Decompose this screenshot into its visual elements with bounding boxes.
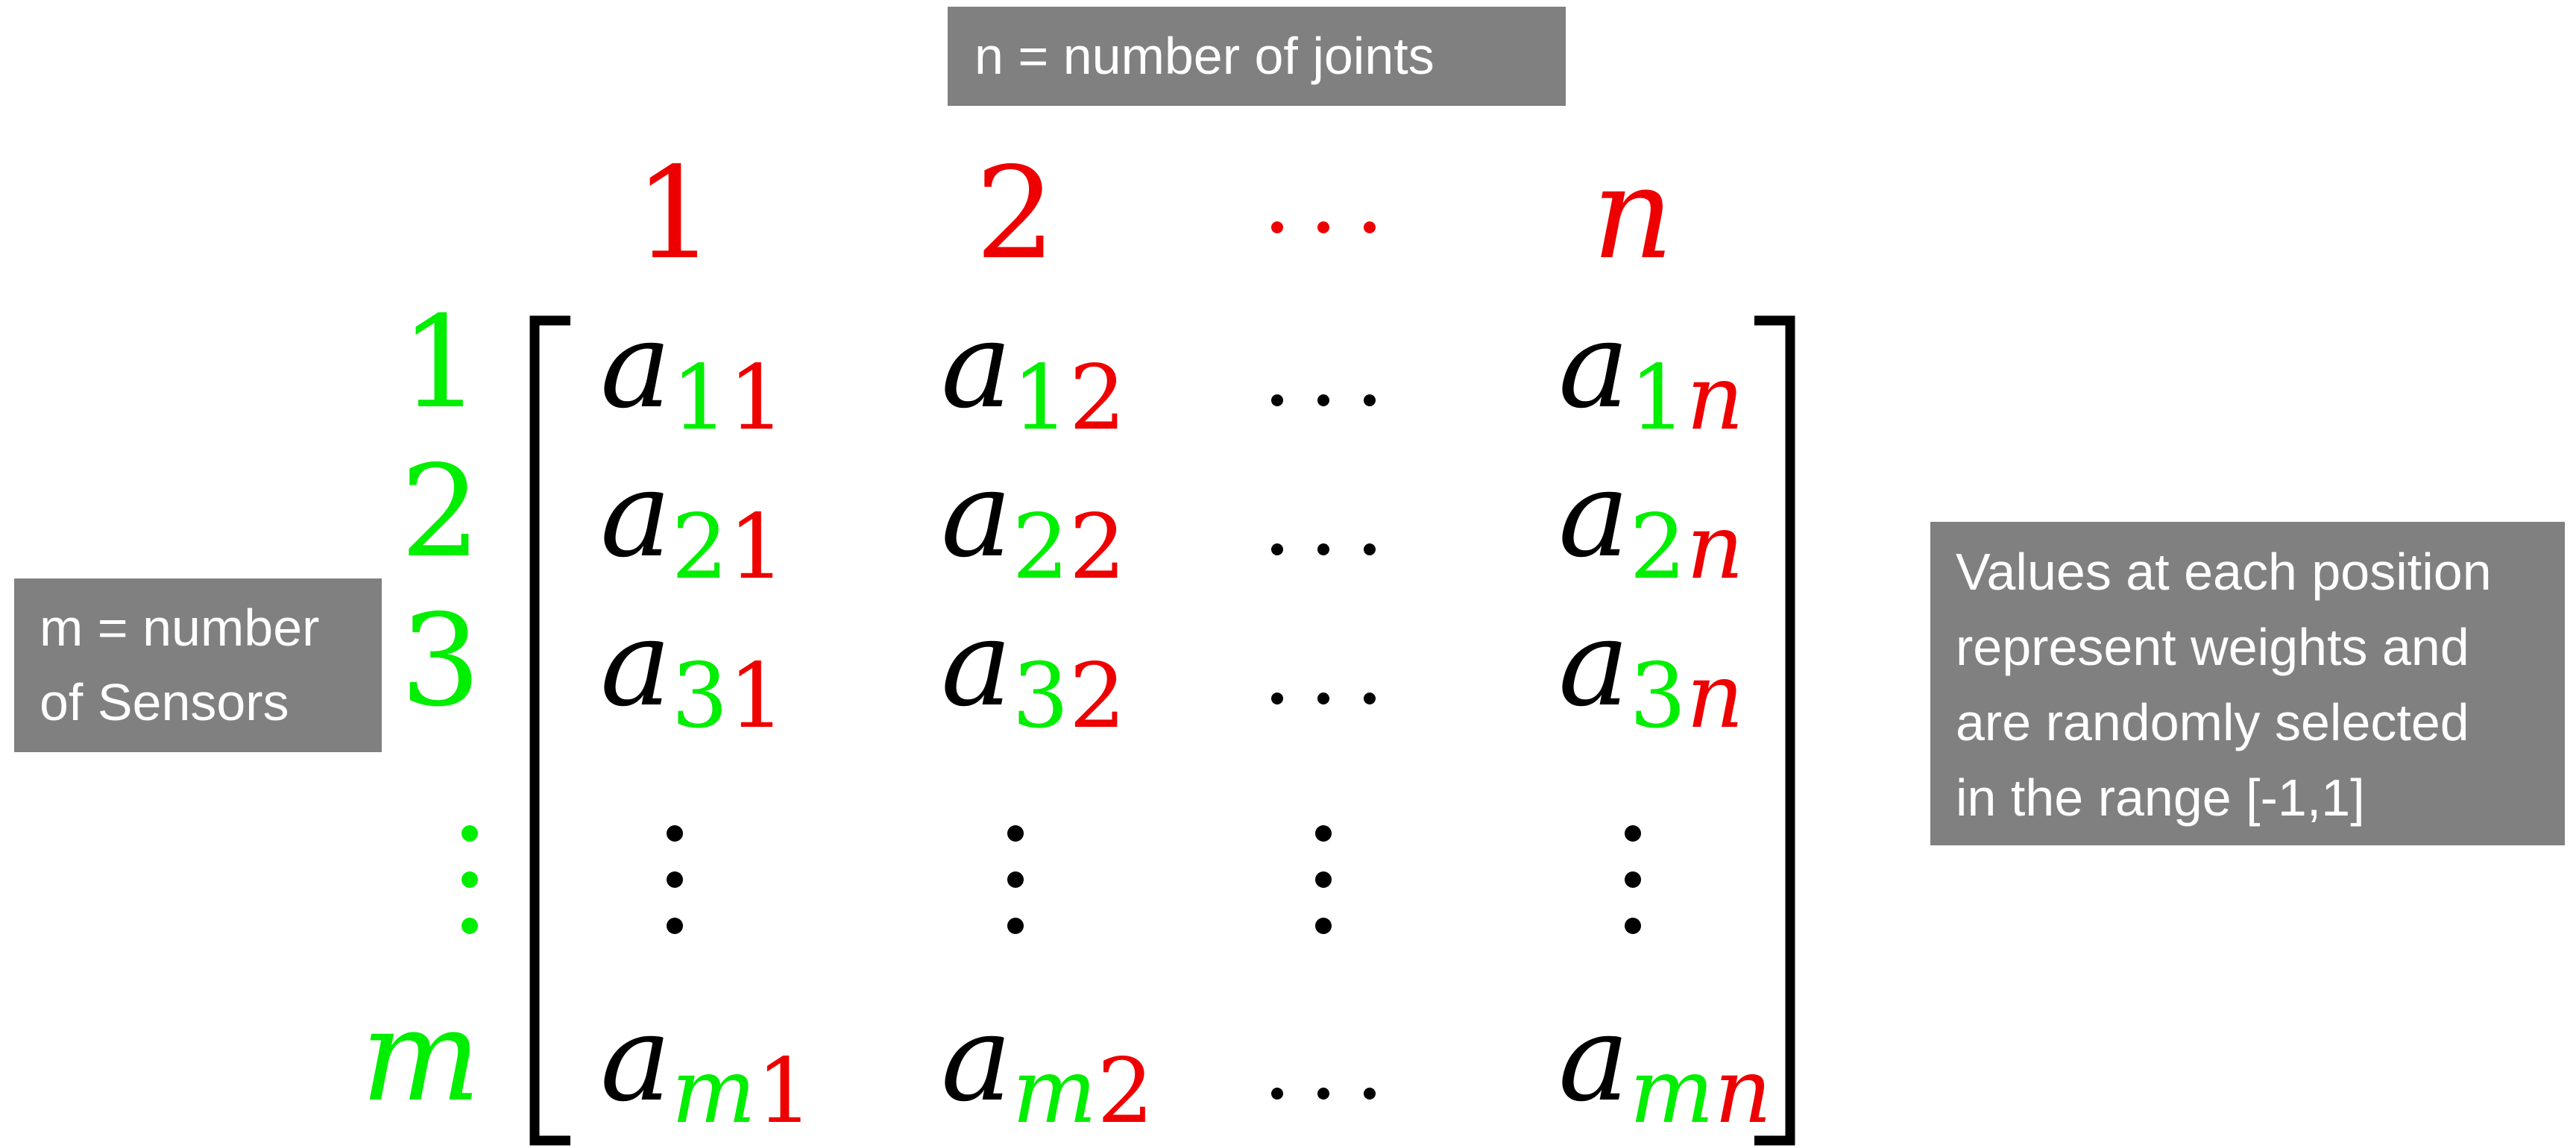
matrix-entry-31: a31 <box>600 593 785 748</box>
matrix-hdots-row-5 <box>1271 1088 1376 1100</box>
matrix-entry-12: a12 <box>941 295 1126 450</box>
entry-row-index: m <box>671 1040 756 1144</box>
entry-column-index: 1 <box>728 347 785 450</box>
row-header-3: 3 <box>400 587 481 735</box>
matrix-entry-21: a21 <box>600 444 785 599</box>
matrix-hdots-row-2-dot <box>1364 543 1376 555</box>
entry-column-index: 2 <box>1069 496 1126 599</box>
matrix-vdots-3-dot <box>1315 825 1332 842</box>
matrix-vdots-4-dot <box>1625 918 1641 934</box>
matrix-hdots-row-3-dot <box>1317 693 1329 704</box>
weight-matrix: 1 2 n123ma11 a12 a1na21 a22 a2na31 a32 a3nam1 am2… <box>361 140 1795 1146</box>
matrix-entry-1n: a1n <box>1558 295 1744 450</box>
matrix-hdots-row-1-dot <box>1317 394 1329 406</box>
matrix-hdots-row-5-dot <box>1364 1088 1376 1100</box>
matrix-hdots-row-2-dot <box>1317 543 1329 555</box>
matrix-entry-11: a11 <box>600 295 785 450</box>
matrix-vdots-4-dot <box>1625 825 1641 842</box>
matrix-hdots-row-5-dot <box>1271 1088 1283 1100</box>
entry-row-index: 2 <box>671 496 728 599</box>
matrix-vdots-1-dot <box>667 825 683 842</box>
matrix-entry-22: a22 <box>941 444 1126 599</box>
matrix-vdots-4-dot <box>1625 871 1641 888</box>
matrix-entry-2n: a2n <box>1558 444 1744 599</box>
left-bracket <box>529 315 570 1146</box>
row-header-2: 2 <box>400 438 481 586</box>
matrix-vdots-3 <box>1315 825 1332 934</box>
entry-row-index: 3 <box>1012 645 1068 748</box>
row-header-vdots-dot <box>462 825 478 842</box>
entry-column-index: 1 <box>728 645 785 748</box>
entry-column-index: 2 <box>1097 1040 1153 1144</box>
entry-row-index: 1 <box>1629 347 1686 450</box>
column-header-ellipsis-dot <box>1271 221 1283 233</box>
matrix-vdots-2 <box>1007 825 1024 934</box>
row-header-vdots <box>462 825 478 934</box>
matrix-vdots-1 <box>667 825 683 934</box>
entry-column-index: 2 <box>1069 347 1126 450</box>
entry-column-index: n <box>1687 645 1744 748</box>
entry-column-index: n <box>1687 347 1744 450</box>
column-header-ellipsis-dot <box>1317 221 1329 233</box>
row-header-1: 1 <box>400 289 481 437</box>
matrix-hdots-row-1 <box>1271 394 1376 406</box>
entry-column-index: n <box>1687 496 1744 599</box>
matrix-vdots-1-dot <box>667 918 683 934</box>
matrix-entry-3n: a3n <box>1558 593 1744 748</box>
matrix-entry-m1: am1 <box>600 988 813 1144</box>
row-header-vdots-dot <box>462 918 478 934</box>
matrix-vdots-2-dot <box>1007 825 1024 842</box>
matrix-vdots-3-dot <box>1315 918 1332 934</box>
entry-row-index: 2 <box>1012 496 1068 599</box>
column-header-n: n <box>1592 140 1674 288</box>
entry-column-index: 2 <box>1069 645 1126 748</box>
matrix-entry-32: a32 <box>941 593 1126 748</box>
entry-row-index: 3 <box>1629 645 1686 748</box>
row-header-m: m <box>361 983 481 1130</box>
matrix-vdots-2-dot <box>1007 918 1024 934</box>
matrix-hdots-row-2 <box>1271 543 1376 555</box>
matrix-hdots-row-3-dot <box>1364 693 1376 704</box>
matrix-vdots-1-dot <box>667 871 683 888</box>
column-header-ellipsis-dot <box>1364 221 1376 233</box>
matrix-hdots-row-3-dot <box>1271 693 1283 704</box>
matrix-hdots-row-1-dot <box>1271 394 1283 406</box>
matrix-hdots-row-2-dot <box>1271 543 1283 555</box>
matrix-vdots-3-dot <box>1315 871 1332 888</box>
entry-row-index: m <box>1012 1040 1097 1144</box>
matrix-hdots-row-1-dot <box>1364 394 1376 406</box>
entry-row-index: 1 <box>1012 347 1068 450</box>
matrix-entry-m2: am2 <box>941 988 1154 1144</box>
entry-column-index: 1 <box>756 1040 813 1144</box>
entry-row-index: 2 <box>1629 496 1686 599</box>
entry-column-index: n <box>1714 1040 1772 1144</box>
matrix-hdots-row-3 <box>1271 693 1376 704</box>
matrix-vdots-2-dot <box>1007 871 1024 888</box>
entry-row-index: m <box>1629 1040 1714 1144</box>
column-header-ellipsis <box>1271 221 1376 233</box>
right-bracket <box>1754 315 1795 1146</box>
column-header-2: 2 <box>975 140 1056 288</box>
entry-column-index: 1 <box>728 496 785 599</box>
row-header-vdots-dot <box>462 871 478 888</box>
matrix-hdots-row-5-dot <box>1317 1088 1329 1100</box>
entry-row-index: 3 <box>671 645 728 748</box>
matrix-vdots-4 <box>1625 825 1641 934</box>
entry-row-index: 1 <box>671 347 728 450</box>
column-header-1: 1 <box>634 140 715 288</box>
matrix-entry-mn: amn <box>1558 988 1772 1144</box>
